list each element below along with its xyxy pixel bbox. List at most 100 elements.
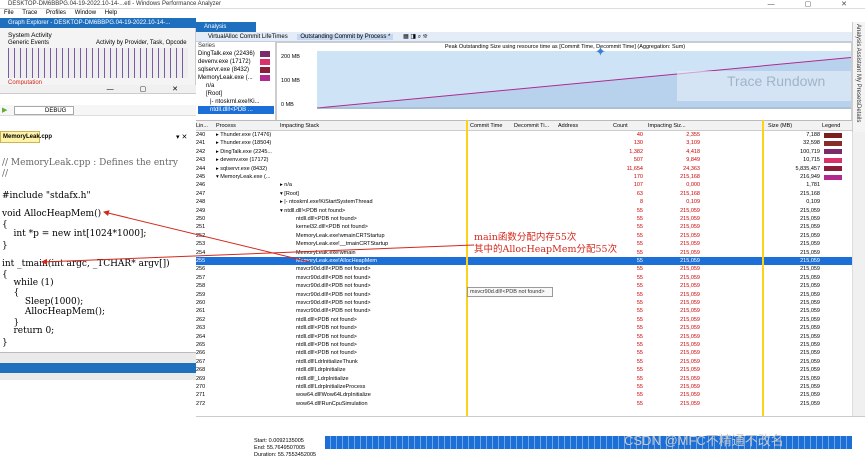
col-legend[interactable]: Legend <box>822 121 840 131</box>
table-row[interactable]: 251 kernel32.dll!<PDB not found> 55 215,059… <box>196 223 852 231</box>
table-row[interactable]: 246 ▸ n/a 107 0,000 1,781 <box>196 181 852 189</box>
table-row[interactable]: 265 ntdll.dll!<PDB not found> 55 215,059 215… <box>196 341 852 349</box>
annotation-text: main函数分配内存55次 其中的AllocHeapMem分配55次 <box>474 232 617 256</box>
table-row[interactable]: 241 ▸ Thunder.exe (18504) 130 3,109 32,598 <box>196 139 852 147</box>
col-impacting-stack[interactable]: Impacting Stack <box>280 121 319 131</box>
vs-window-controls[interactable]: — ▢ ✕ <box>107 85 190 94</box>
series-item[interactable]: DingTalk.exe (22436) <box>198 50 274 58</box>
table-row[interactable]: 264 ntdll.dll!<PDB not found> 55 215,059 215… <box>196 333 852 341</box>
table-row-selected[interactable]: 255 MemoryLeak.exe!AllocHeapMem 55 215,059 2… <box>196 257 852 266</box>
code-editor[interactable]: // MemoryLeak.cpp : Defines the entry //… <box>0 152 190 352</box>
cell-size-mb: 215,059 <box>800 400 820 407</box>
series-item[interactable]: n/a <box>198 82 274 90</box>
table-row[interactable]: 263 ntdll.dll!<PDB not found> 55 215,059 215… <box>196 324 852 332</box>
cell-count: 55 <box>636 342 643 348</box>
table-row[interactable]: 270 ntdll.dll!LdrpInitializeProcess 55 215,… <box>196 383 852 391</box>
cell-count: 55 <box>636 274 643 281</box>
col-size-mb[interactable]: Size (MB) <box>768 121 792 131</box>
cell-size-mb: 215,059 <box>800 375 820 382</box>
series-item[interactable]: MemoryLeak.exe (... <box>198 74 274 82</box>
cell-stack: MemoryLeak.exe!wmainCRTStartup <box>296 232 385 239</box>
table-row[interactable]: 257 msvcr90d.dll!<PDB not found> 55 215,059… <box>196 274 852 282</box>
vs-titlebar: — ▢ ✕ <box>0 85 196 94</box>
cell-process: ▸ devenv.exe (17172) <box>216 157 269 164</box>
table-row[interactable]: 260 msvcr90d.dll!<PDB not found> 55 215,059… <box>196 299 852 307</box>
preset-dropdown[interactable]: Outstanding Commit by Process * <box>297 34 394 40</box>
cell-size-mb: 32,598 <box>803 140 820 147</box>
commit-chart[interactable]: Peak Outstanding Size using resource tim… <box>276 42 852 122</box>
y-tick-label: 200 MB <box>281 54 300 60</box>
table-row[interactable]: 247 ▾ [Root] 63 215,168 215,168 <box>196 190 852 198</box>
window-controls[interactable]: — ▢ ✕ <box>768 0 861 9</box>
col-commit-time[interactable]: Commit Time <box>470 121 502 131</box>
cell-count: 507 <box>633 157 643 164</box>
col-line[interactable]: Lin... <box>196 121 208 131</box>
table-row[interactable]: 249 ▾ ntdll.dll!<PDB not found> 55 215,059 2… <box>196 207 852 215</box>
series-item[interactable]: [Root] <box>198 90 274 98</box>
table-row[interactable]: 272 wow64.dll!RunCpuSimulation 55 215,059 21… <box>196 400 852 408</box>
menu-help[interactable]: Help <box>105 10 117 16</box>
series-item[interactable]: |- ntoskrnl.exe!Ki... <box>198 98 274 106</box>
activity-provider-label[interactable]: Activity by Provider, Task, Opcode <box>96 40 187 46</box>
menu-profiles[interactable]: Profiles <box>46 10 66 16</box>
cell-impacting-size: 215,059 <box>680 342 700 348</box>
col-impacting-size[interactable]: Impacting Siz... <box>648 121 686 131</box>
code-line-9: } <box>2 241 8 251</box>
cell-line: 264 <box>196 333 206 340</box>
table-row[interactable]: 269 ntdll.dll!_LdrpInitialize 55 215,059 215… <box>196 375 852 383</box>
cell-count: 55 <box>636 367 643 374</box>
series-panel: Series DingTalk.exe (22436) devenv.exe (… <box>196 42 276 122</box>
table-scrollbar[interactable] <box>852 132 865 416</box>
menu-window[interactable]: Window <box>75 10 96 16</box>
menu-file[interactable]: File <box>4 10 14 16</box>
col-decommit-time[interactable]: Decommit Ti... <box>514 121 549 131</box>
table-row[interactable]: 256 msvcr90d.dll!<PDB not found> 55 215,059… <box>196 265 852 273</box>
series-item[interactable]: sqlservr.exe (8432) <box>198 66 274 74</box>
table-row[interactable]: 271 wow64.dll!Wow64LdrpInitialize 55 215,05… <box>196 391 852 399</box>
table-row[interactable]: 240 ▸ Thunder.exe (17476) 40 2,355 7,188 <box>196 131 852 139</box>
graph-toolbar-icons[interactable]: ▦ ◨ ⌕ ⛯ <box>403 34 428 40</box>
graph-explorer-header[interactable]: Graph Explorer - DESKTOP-DM6BBPG.04-19-2… <box>0 18 196 28</box>
code-line-15: Sleep(1000); <box>2 297 84 307</box>
tab-controls[interactable]: ▾ ✕ <box>176 133 187 141</box>
table-row[interactable]: 245 ▾ MemoryLeak.exe (... 170 215,168 216,94… <box>196 173 852 181</box>
graph-title[interactable]: VirtualAlloc Commit LifeTimes <box>208 34 288 40</box>
analysis-tab[interactable]: Analysis <box>196 22 256 32</box>
table-row[interactable]: 248 ▸ |- ntoskrnl.exe!KiStartSystemThread… <box>196 198 852 206</box>
cell-impacting-size: 215,059 <box>680 207 700 214</box>
cell-impacting-size: 3,109 <box>686 140 700 147</box>
analysis-assistant-tab[interactable]: Analysis Assistant <box>855 24 861 72</box>
table-row[interactable]: 250 ntdll.dll!<PDB not found> 55 215,059 215… <box>196 215 852 223</box>
col-address[interactable]: Address <box>558 121 578 131</box>
cell-count: 55 <box>636 216 643 222</box>
my-presets-tab[interactable]: My Presets <box>855 74 861 104</box>
table-row[interactable]: 261 msvcr90d.dll!<PDB not found> 55 215,059… <box>196 307 852 315</box>
cell-size-mb: 215,059 <box>800 283 820 290</box>
output-header[interactable] <box>0 363 196 373</box>
col-process[interactable]: Process <box>216 121 236 131</box>
menu-trace[interactable]: Trace <box>22 10 37 16</box>
details-tab[interactable]: Details <box>855 104 861 122</box>
table-row[interactable]: 243 ▸ devenv.exe (17172) 507 9,849 10,715 <box>196 156 852 164</box>
table-row[interactable]: 268 ntdll.dll!LdrpInitialize 55 215,059 215,… <box>196 366 852 374</box>
cell-stack: kernel32.dll!<PDB not found> <box>296 224 368 231</box>
code-line-2: // <box>2 169 9 179</box>
cell-stack: ▸ n/a <box>280 182 292 189</box>
cell-process: ▸ sqlservr.exe (8432) <box>216 165 268 172</box>
vs-toolbar: ▶ DEBUG <box>0 105 196 116</box>
generic-events-thumbnail[interactable] <box>8 48 188 78</box>
cell-count: 8 <box>639 199 643 206</box>
table-row[interactable]: 244 ▸ sqlservr.exe (8432) 11,654 24,363 5,83… <box>196 165 852 173</box>
cell-size-mb: 1,781 <box>806 182 820 189</box>
series-item-selected[interactable]: ntdll.dll!<PDB ... <box>198 106 274 114</box>
table-row[interactable]: 242 ▸ DingTalk.exe (2245... 1,382 4,418 100,… <box>196 148 852 156</box>
series-item[interactable]: devenv.exe (17172) <box>198 58 274 66</box>
table-row[interactable]: 266 ntdll.dll!<PDB not found> 55 215,059 215… <box>196 349 852 357</box>
table-row[interactable]: 262 ntdll.dll!<PDB not found> 55 215,059 215… <box>196 316 852 324</box>
system-activity-label[interactable]: System Activity <box>8 32 52 39</box>
file-tab-memoryleak[interactable]: MemoryLeak.cpp <box>0 131 52 143</box>
config-dropdown[interactable]: DEBUG <box>14 106 74 115</box>
generic-events-label[interactable]: Generic Events <box>8 40 49 46</box>
col-count[interactable]: Count <box>613 121 628 131</box>
table-row[interactable]: 267 ntdll.dll!LdrInitializeThunk 55 215,059… <box>196 358 852 366</box>
